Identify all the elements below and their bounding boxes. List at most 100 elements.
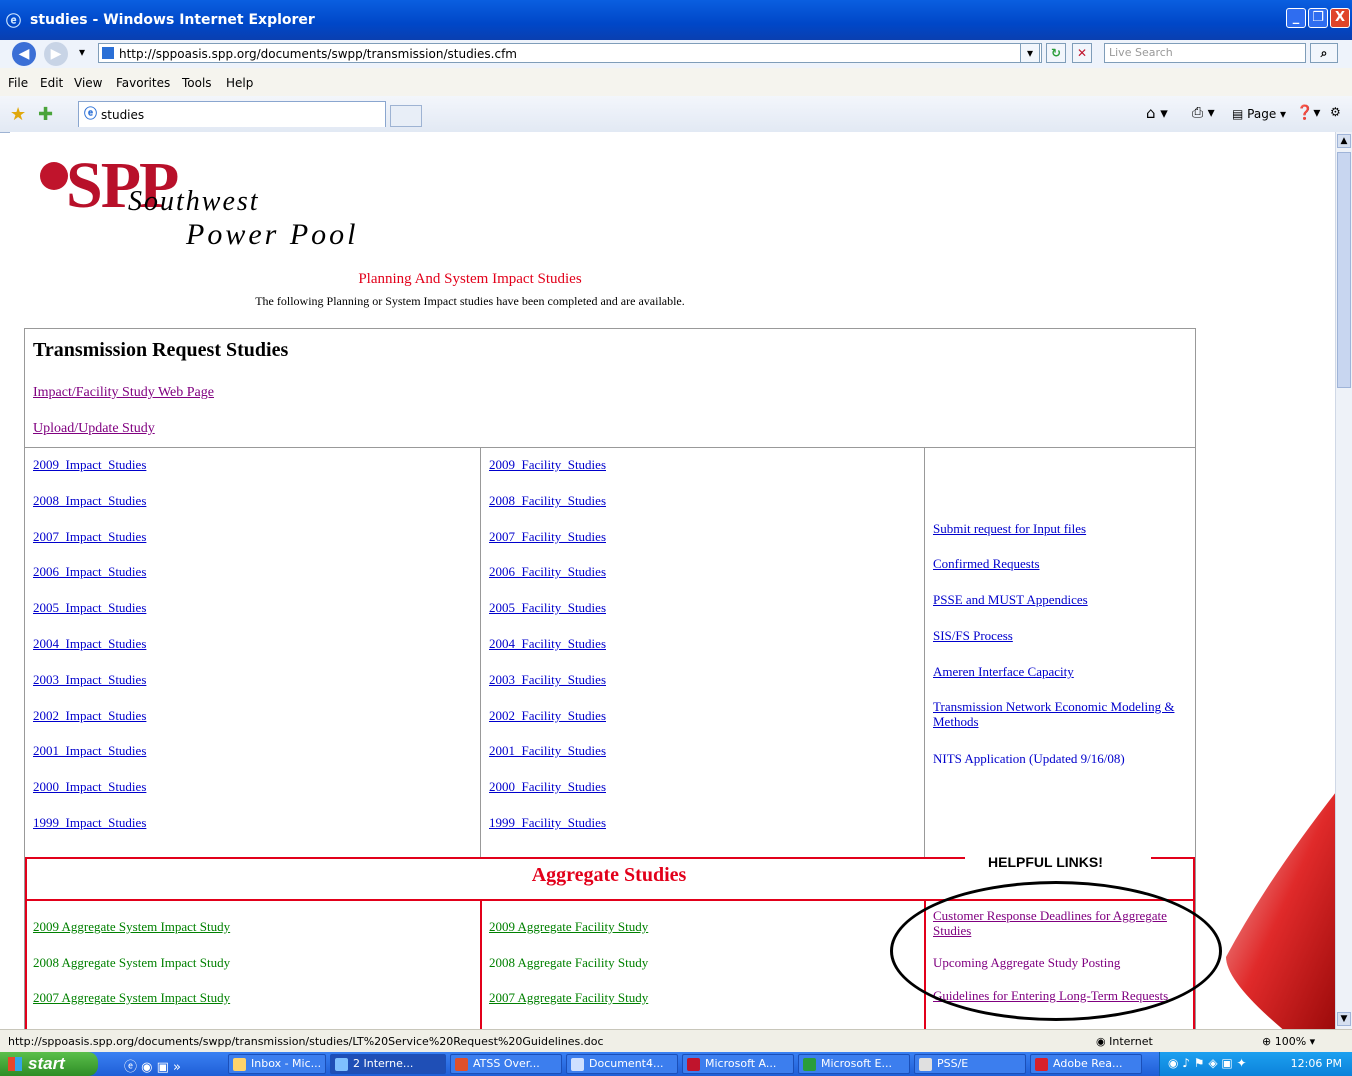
access-icon (687, 1058, 700, 1071)
spp-logo-mark-icon (40, 162, 68, 190)
impact-studies-link[interactable]: 2008_Impact_Studies (33, 493, 146, 509)
home-icon[interactable]: ⌂ ▾ (1146, 104, 1168, 122)
red-cone-shape (1226, 792, 1336, 1029)
economic-modeling-link[interactable]: Transmission Network Economic Modeling &… (933, 699, 1188, 729)
task-document4[interactable]: Document4... (566, 1054, 678, 1074)
facility-studies-link[interactable]: 2000_Facility_Studies (489, 779, 606, 795)
task-adobe-reader[interactable]: Adobe Rea... (1030, 1054, 1142, 1074)
impact-studies-link[interactable]: 2005_Impact_Studies (33, 600, 146, 616)
aggregate-col-divider-1 (480, 899, 482, 1029)
task-psse[interactable]: PSS/E (914, 1054, 1026, 1074)
facility-studies-link[interactable]: 2005_Facility_Studies (489, 600, 606, 616)
search-input[interactable]: Live Search (1104, 43, 1306, 63)
research-icon[interactable]: ⚙ (1330, 105, 1341, 119)
menu-file[interactable]: File (8, 76, 28, 90)
task-label: PSS/E (937, 1057, 969, 1070)
upload-update-study-link[interactable]: Upload/Update Study (33, 421, 155, 437)
add-favorites-icon[interactable]: ✚ (38, 104, 53, 125)
minimize-button[interactable]: _ (1286, 8, 1306, 28)
impact-studies-link[interactable]: 2009_Impact_Studies (33, 457, 146, 473)
facility-studies-link[interactable]: 2009_Facility_Studies (489, 457, 606, 473)
task-label: Document4... (589, 1057, 664, 1070)
impact-facility-web-page-link[interactable]: Impact/Facility Study Web Page (33, 385, 214, 401)
aggregate-facility-link[interactable]: 2008 Aggregate Facility Study (489, 955, 648, 971)
scroll-down-icon[interactable]: ▼ (1337, 1012, 1351, 1026)
sis-fs-process-link[interactable]: SIS/FS Process (933, 628, 1013, 644)
task-label: Inbox - Mic... (251, 1057, 322, 1070)
tab-label: studies (101, 108, 145, 122)
quick-launch-icons[interactable]: ⓔ ◉ ▣ » (124, 1056, 181, 1075)
task-inbox[interactable]: Inbox - Mic... (228, 1054, 326, 1074)
scrollbar-thumb[interactable] (1337, 152, 1351, 388)
impact-studies-link[interactable]: 2000_Impact_Studies (33, 779, 146, 795)
back-button[interactable]: ◀ (12, 42, 36, 66)
menu-tools[interactable]: Tools (182, 76, 212, 90)
task-microsoft-e[interactable]: Microsoft E... (798, 1054, 910, 1074)
menu-view[interactable]: View (74, 76, 102, 90)
page-menu[interactable]: ▤ Page ▾ (1232, 107, 1286, 121)
start-button[interactable]: start (0, 1052, 98, 1076)
close-button[interactable]: X (1330, 8, 1350, 28)
facility-studies-link[interactable]: 2003_Facility_Studies (489, 672, 606, 688)
scroll-up-icon[interactable]: ▲ (1337, 134, 1351, 148)
address-bar-row: ◀ ▶ ▾ http://sppoasis.spp.org/documents/… (0, 40, 1352, 69)
facility-studies-link[interactable]: 2004_Facility_Studies (489, 636, 606, 652)
page-menu-label: Page (1247, 107, 1277, 121)
task-label: ATSS Over... (473, 1057, 540, 1070)
title-bar: ⓔ studies - Windows Internet Explorer _ … (0, 0, 1352, 40)
maximize-button[interactable]: ❐ (1308, 8, 1328, 28)
print-icon[interactable]: ⎙ ▾ (1192, 105, 1215, 121)
task-microsoft-a[interactable]: Microsoft A... (682, 1054, 794, 1074)
task-internet-explorer[interactable]: 2 Interne... (330, 1054, 446, 1074)
facility-studies-link[interactable]: 2008_Facility_Studies (489, 493, 606, 509)
confirmed-requests-link[interactable]: Confirmed Requests (933, 556, 1040, 572)
facility-studies-link[interactable]: 2007_Facility_Studies (489, 529, 606, 545)
submit-input-files-link[interactable]: Submit request for Input files (933, 521, 1086, 537)
new-tab-button[interactable] (390, 105, 422, 127)
search-icon[interactable]: ⌕ (1310, 43, 1338, 63)
impact-studies-link[interactable]: 2002_Impact_Studies (33, 708, 146, 724)
task-label: Microsoft A... (705, 1057, 777, 1070)
aggregate-facility-link[interactable]: 2009 Aggregate Facility Study (489, 919, 648, 935)
logo-line2: Power Pool (186, 218, 359, 251)
ameren-interface-capacity-link[interactable]: Ameren Interface Capacity (933, 664, 1074, 680)
menu-favorites[interactable]: Favorites (116, 76, 170, 90)
impact-studies-link[interactable]: 2006_Impact_Studies (33, 564, 146, 580)
recent-pages-dropdown[interactable]: ▾ (72, 43, 92, 63)
stop-icon[interactable]: ✕ (1072, 43, 1092, 63)
aggregate-impact-link[interactable]: 2007 Aggregate System Impact Study (33, 990, 230, 1006)
zone-indicator: ◉ Internet (1096, 1035, 1153, 1048)
help-icon[interactable]: ❓▾ (1296, 105, 1320, 121)
vertical-scrollbar[interactable]: ▲ ▼ (1335, 132, 1352, 1029)
impact-studies-link[interactable]: 1999_Impact_Studies (33, 815, 146, 831)
impact-studies-link[interactable]: 2004_Impact_Studies (33, 636, 146, 652)
zoom-control[interactable]: ⊕ 100% ▾ (1262, 1035, 1315, 1048)
ie-icon: ⓔ (6, 12, 22, 30)
facility-studies-link[interactable]: 2002_Facility_Studies (489, 708, 606, 724)
task-atss[interactable]: ATSS Over... (450, 1054, 562, 1074)
menu-edit[interactable]: Edit (40, 76, 63, 90)
impact-studies-link[interactable]: 2003_Impact_Studies (33, 672, 146, 688)
facility-studies-link[interactable]: 2001_Facility_Studies (489, 743, 606, 759)
refresh-icon[interactable]: ↻ (1046, 43, 1066, 63)
address-field[interactable]: http://sppoasis.spp.org/documents/swpp/t… (98, 43, 1042, 63)
aggregate-facility-link[interactable]: 2007 Aggregate Facility Study (489, 990, 648, 1006)
aggregate-impact-link[interactable]: 2009 Aggregate System Impact Study (33, 919, 230, 935)
forward-button[interactable]: ▶ (44, 42, 68, 66)
nits-application-link[interactable]: NITS Application (Updated 9/16/08) (933, 751, 1125, 767)
impact-studies-link[interactable]: 2001_Impact_Studies (33, 743, 146, 759)
adobe-icon (1035, 1058, 1048, 1071)
impact-studies-link[interactable]: 2007_Impact_Studies (33, 529, 146, 545)
favorites-star-icon[interactable]: ★ (10, 104, 26, 125)
window-title: studies - Windows Internet Explorer (30, 12, 315, 28)
facility-studies-link[interactable]: 1999_Facility_Studies (489, 815, 606, 831)
aggregate-impact-link[interactable]: 2008 Aggregate System Impact Study (33, 955, 230, 971)
menu-help[interactable]: Help (226, 76, 253, 90)
address-dropdown[interactable]: ▾ (1020, 43, 1040, 63)
facility-studies-link[interactable]: 2006_Facility_Studies (489, 564, 606, 580)
task-label: Microsoft E... (821, 1057, 892, 1070)
psse-must-appendices-link[interactable]: PSSE and MUST Appendices (933, 592, 1088, 608)
tab-studies[interactable]: ⓔ studies (78, 101, 386, 127)
page-title: Planning And System Impact Studies (358, 271, 582, 287)
tray-icons[interactable]: ◉ ♪ ⚑ ◈ ▣ ✦ (1168, 1056, 1247, 1070)
